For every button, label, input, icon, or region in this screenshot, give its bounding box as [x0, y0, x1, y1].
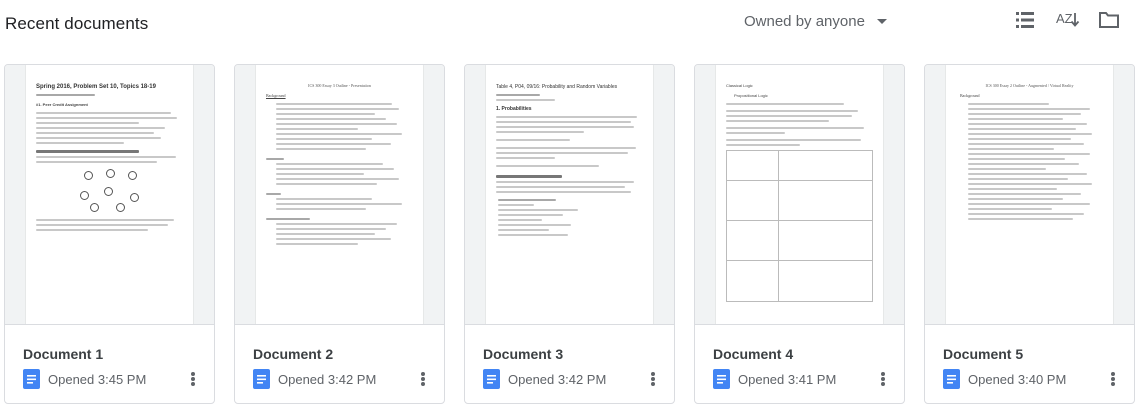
document-meta: Opened 3:40 PM [943, 369, 1066, 389]
preview-subtitle: 1. Probabilities [496, 106, 532, 112]
document-card[interactable]: ICS 300 Essay 2 Outline - Augmented / Vi… [924, 64, 1135, 404]
google-docs-icon [23, 369, 40, 389]
document-meta: Opened 3:42 PM [253, 369, 376, 389]
header: Recent documents Owned by anyone AZ [0, 0, 1139, 52]
list-view-icon [1016, 12, 1034, 28]
preview-title: ICS 300 Essay 2 Outline - Augmented / Vi… [985, 83, 1074, 88]
document-name: Document 3 [483, 346, 564, 362]
sort-az-label: AZ [1056, 11, 1073, 26]
more-options-button[interactable] [416, 369, 430, 389]
more-options-button[interactable] [1106, 369, 1120, 389]
google-docs-icon [713, 369, 730, 389]
document-name: Document 4 [713, 346, 794, 362]
page-title: Recent documents [5, 14, 149, 33]
document-card[interactable]: Table 4, P04, 09/16: Probability and Ran… [464, 64, 675, 404]
more-options-button[interactable] [646, 369, 660, 389]
document-info: Document 4 Opened 3:41 PM [695, 326, 904, 403]
sort-az-icon: AZ [1056, 11, 1080, 27]
document-thumbnail: ICS 300 Essay 3 Outline - Presentation B… [235, 65, 444, 325]
caret-down-icon [876, 18, 887, 24]
document-info: Document 5 Opened 3:40 PM [925, 326, 1134, 403]
google-docs-icon [253, 369, 270, 389]
document-thumbnail: Table 4, P04, 09/16: Probability and Ran… [465, 65, 674, 325]
document-name: Document 2 [253, 346, 334, 362]
document-name: Document 1 [23, 346, 104, 362]
document-info: Document 3 Opened 3:42 PM [465, 326, 674, 403]
folder-picker-button[interactable] [1098, 9, 1120, 31]
opened-time: Opened 3:41 PM [738, 371, 837, 387]
google-docs-icon [483, 369, 500, 389]
document-meta: Opened 3:45 PM [23, 369, 146, 389]
google-docs-icon [943, 369, 960, 389]
opened-time: Opened 3:42 PM [508, 371, 607, 387]
preview-title: Classical Logic [726, 83, 753, 88]
preview-subtitle: Propositional Logic [734, 93, 768, 98]
document-thumbnail: Spring 2016, Problem Set 10, Topics 18-1… [5, 65, 214, 325]
opened-time: Opened 3:42 PM [278, 371, 377, 387]
document-name: Document 5 [943, 346, 1024, 362]
opened-time: Opened 3:45 PM [48, 371, 147, 387]
document-thumbnail: ICS 300 Essay 2 Outline - Augmented / Vi… [925, 65, 1134, 325]
folder-icon [1099, 12, 1119, 28]
document-info: Document 1 Opened 3:45 PM [5, 326, 214, 403]
preview-title: Spring 2016, Problem Set 10, Topics 18-1… [36, 84, 156, 90]
document-meta: Opened 3:41 PM [713, 369, 836, 389]
preview-title: Table 4, P04, 09/16: Probability and Ran… [496, 84, 618, 90]
document-info: Document 2 Opened 3:42 PM [235, 326, 444, 403]
document-card[interactable]: Classical Logic Propositional Logic Docu… [694, 64, 905, 404]
list-view-button[interactable] [1014, 9, 1036, 31]
sort-button[interactable]: AZ [1055, 9, 1081, 31]
more-options-button[interactable] [186, 369, 200, 389]
document-card[interactable]: Spring 2016, Problem Set 10, Topics 18-1… [4, 64, 215, 404]
preview-subtitle: #1. Peer Credit Assignment [36, 102, 88, 107]
owner-filter-label: Owned by anyone [744, 12, 865, 30]
owner-filter-dropdown[interactable]: Owned by anyone [744, 11, 887, 31]
document-card[interactable]: ICS 300 Essay 3 Outline - Presentation B… [234, 64, 445, 404]
preview-subtitle: Background [960, 93, 980, 98]
more-options-button[interactable] [876, 369, 890, 389]
preview-subtitle: Background [266, 93, 286, 98]
document-meta: Opened 3:42 PM [483, 369, 606, 389]
preview-title: ICS 300 Essay 3 Outline - Presentation [308, 83, 371, 88]
document-thumbnail: Classical Logic Propositional Logic [695, 65, 904, 325]
opened-time: Opened 3:40 PM [968, 371, 1067, 387]
